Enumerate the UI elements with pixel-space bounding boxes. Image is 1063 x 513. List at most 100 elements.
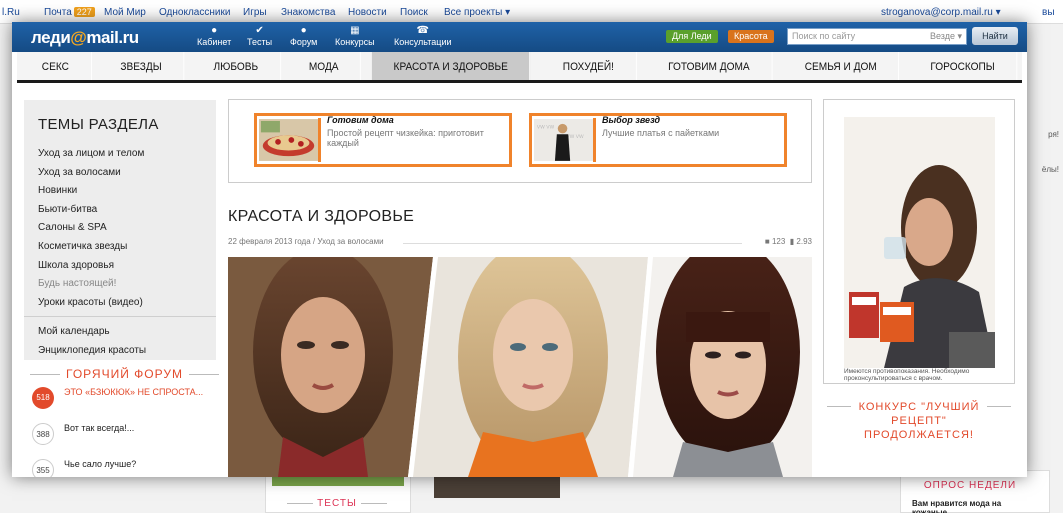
sidebar-item[interactable]: Уход за лицом и телом — [24, 145, 216, 164]
sidebar-item[interactable]: Будь настоящей! — [24, 275, 216, 294]
tests-icon: ✔ — [255, 25, 264, 36]
sidebar-item[interactable]: Школа здоровья — [24, 257, 216, 276]
background-poll-question: Вам нравится мода на кожаные — [912, 499, 1002, 513]
nav-tests-label: Тесты — [247, 37, 273, 47]
speech-bubble-icon: ● — [300, 25, 307, 36]
user-account-menu[interactable]: stroganova@corp.mail.ru ▾ — [881, 7, 1001, 18]
section-nav-fashion[interactable]: МОДА — [288, 52, 362, 80]
sidebar-item[interactable]: Новинки — [24, 182, 216, 201]
forum-topic[interactable]: 518 ЭТО «БЗЮКЮК» НЕ СПРОСТА... — [24, 387, 216, 417]
nav-cabinet[interactable]: ● Кабинет — [197, 25, 231, 47]
topbar-link-mymir[interactable]: Мой Мир — [104, 7, 146, 18]
page-title: КРАСОТА И ЗДОРОВЬЕ — [228, 208, 415, 225]
topbar-link-ok[interactable]: Одноклассники — [159, 7, 230, 18]
site-header: леди@mail.ru ● Кабинет ✔ Тесты ● Форум ▦ Кон… — [12, 22, 1027, 52]
advertisement-image[interactable] — [844, 117, 995, 368]
svg-text:VW VW: VW VW — [537, 125, 555, 131]
hot-forum-title: ГОРЯЧИЙ ФОРУМ — [24, 367, 216, 381]
contest-line — [987, 406, 1011, 407]
nav-tests[interactable]: ✔ Тесты — [247, 25, 272, 47]
background-poll-heading: ОПРОС НЕДЕЛИ — [923, 480, 1017, 491]
nav-contests-label: Конкурсы — [335, 37, 375, 47]
ad-disclaimer: Имеются противопоказания. Необходимо про… — [844, 368, 970, 382]
sidebar-item[interactable]: Косметичка звезды — [24, 238, 216, 257]
sidebar-item[interactable]: Салоны & SPA — [24, 219, 216, 238]
gift-icon: ▦ — [350, 25, 360, 36]
topbar-link-mailru[interactable]: l.Ru — [2, 7, 20, 18]
nav-contests[interactable]: ▦ Конкурсы — [335, 25, 375, 47]
nav-consultations[interactable]: ☎ Консультации — [394, 25, 452, 47]
promo-title[interactable]: Выбор звезд — [602, 115, 660, 125]
section-nav: СЕКС ЗВЕЗДЫ ЛЮБОВЬ МОДА КРАСОТА И ЗДОРОВ… — [17, 52, 1022, 83]
rating-icon: ▮ — [789, 237, 795, 246]
logo-at: @ — [70, 28, 87, 47]
site-logo[interactable]: леди@mail.ru — [31, 28, 139, 48]
forum-count-badge: 355 — [32, 459, 54, 477]
topbar-link-mail-label: Почта — [44, 7, 72, 18]
promo-desc[interactable]: Лучшие платья с пайетками — [602, 128, 782, 138]
topbar-link-news[interactable]: Новости — [348, 7, 387, 18]
extra-list: Мой календарь Энциклопедия красоты — [24, 323, 216, 360]
forum-topic-title[interactable]: Чье сало лучше? — [64, 459, 216, 469]
forum-topic-title[interactable]: Вот так всегда!... — [64, 423, 216, 433]
section-nav-sex[interactable]: СЕКС — [20, 52, 92, 80]
article-stats: ■ 123 ▮ 2.93 — [765, 237, 812, 246]
section-topics-sidebar: ТЕМЫ РАЗДЕЛА Уход за лицом и телом Уход … — [24, 100, 216, 360]
topbar-link-dating[interactable]: Знакомства — [281, 7, 335, 18]
phone-icon: ☎ — [416, 25, 429, 36]
topbar-link-all-projects[interactable]: Все проекты ▾ — [444, 7, 510, 18]
promo-strip: Готовим дома Простой рецепт чизкейка: пр… — [228, 99, 812, 183]
promo-card-cooking[interactable]: Готовим дома Простой рецепт чизкейка: пр… — [254, 113, 512, 167]
section-nav-family-home[interactable]: СЕМЬЯ И ДОМ — [783, 52, 899, 80]
search-input[interactable]: Поиск по сайту Везде ▾ — [787, 28, 967, 45]
forum-count-badge: 518 — [32, 387, 54, 409]
article-hero-image[interactable] — [228, 257, 812, 477]
logout-link[interactable]: вы — [1042, 7, 1055, 18]
meta-divider — [403, 243, 742, 244]
topbar-link-mail[interactable]: Почта 227 — [44, 7, 95, 18]
article-meta: 22 февраля 2013 года / Уход за волосами … — [228, 237, 812, 249]
sidebar-item[interactable]: Бьюти-битва — [24, 201, 216, 220]
comments-icon: ■ — [764, 237, 770, 246]
background-side-text: ёлы! — [1041, 165, 1059, 174]
tag-for-ladies[interactable]: Для Леди — [666, 30, 718, 43]
search-scope-select[interactable]: Везде ▾ — [930, 31, 962, 42]
mail-count-badge: 227 — [73, 7, 95, 17]
forum-topic[interactable]: 388 Вот так всегда!... — [24, 423, 216, 453]
promo-desc[interactable]: Простой рецепт чизкейка: приготовит кажд… — [327, 128, 507, 148]
nav-consultations-label: Консультации — [394, 37, 452, 47]
background-side-text: ря! — [1048, 130, 1059, 139]
forum-topic-title[interactable]: ЭТО «БЗЮКЮК» НЕ СПРОСТА... — [64, 387, 216, 397]
sidebar-item[interactable]: Уроки красоты (видео) — [24, 294, 216, 313]
background-tests-heading: ТЕСТЫ — [272, 498, 402, 509]
section-nav-stars[interactable]: ЗВЕЗДЫ — [98, 52, 184, 80]
article-date-category[interactable]: 22 февраля 2013 года / Уход за волосами — [228, 237, 384, 246]
topbar-link-games[interactable]: Игры — [243, 7, 267, 18]
section-nav-cooking[interactable]: ГОТОВИМ ДОМА — [646, 52, 773, 80]
tag-beauty[interactable]: Красота — [728, 30, 774, 43]
promo-title[interactable]: Готовим дома — [327, 115, 394, 125]
section-nav-horoscopes[interactable]: ГОРОСКОПЫ — [909, 52, 1018, 80]
celebrity-dress-image: VW VW VW VW — [534, 118, 596, 162]
sidebar-item[interactable]: Уход за волосами — [24, 164, 216, 183]
sidebar-item-encyclopedia[interactable]: Энциклопедия красоты — [24, 342, 216, 361]
section-nav-beauty-health[interactable]: КРАСОТА И ЗДОРОВЬЕ — [371, 52, 531, 80]
section-nav-lose-weight[interactable]: ПОХУДЕЙ! — [541, 52, 637, 80]
search-button[interactable]: Найти — [972, 27, 1018, 45]
nav-forum[interactable]: ● Форум — [290, 25, 317, 47]
forum-count-badge: 388 — [32, 423, 54, 445]
cheesecake-image — [259, 118, 321, 162]
forum-topic[interactable]: 355 Чье сало лучше? — [24, 459, 216, 477]
sidebar-item-calendar[interactable]: Мой календарь — [24, 323, 216, 342]
topbar-link-search[interactable]: Поиск — [400, 7, 428, 18]
user-icon: ● — [211, 25, 218, 36]
nav-forum-label: Форум — [290, 37, 318, 47]
comments-count[interactable]: 123 — [772, 237, 785, 246]
contest-line — [827, 406, 851, 407]
portal-topbar: l.Ru Почта 227 Мой Мир Одноклассники Игры… — [0, 0, 1063, 24]
section-nav-love[interactable]: ЛЮБОВЬ — [192, 52, 281, 80]
promo-card-stars[interactable]: VW VW VW VW Выбор звезд Лучшие платья с … — [529, 113, 787, 167]
contest-block: КОНКУРС "ЛУЧШИЙ РЕЦЕПТ" ПРОДОЛЖАЕТСЯ! — [823, 400, 1015, 442]
nav-cabinet-label: Кабинет — [197, 37, 232, 47]
logo-part: леди — [31, 28, 71, 47]
